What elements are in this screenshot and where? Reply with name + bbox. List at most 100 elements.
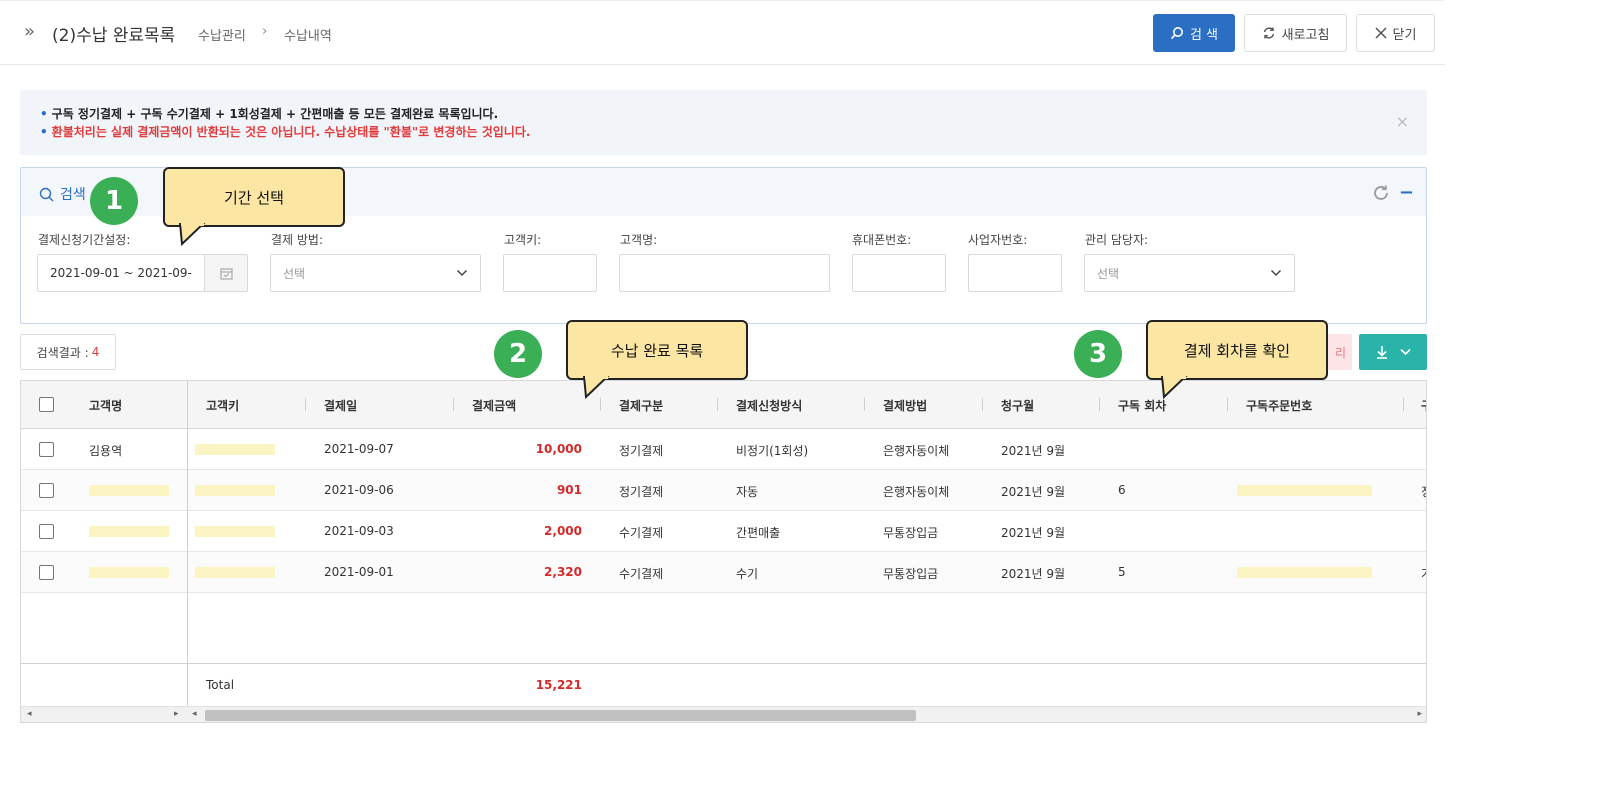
notice-box: • 구독 정기결제 + 구독 수기결제 + 1회성결제 + 간편매출 등 모든 결… <box>20 90 1427 155</box>
breadcrumb-item-payment-history[interactable]: 수납내역 <box>284 25 332 44</box>
business-no-label: 사업자번호: <box>968 233 1028 247</box>
method-label: 결제 방법: <box>271 233 324 247</box>
annotation-badge-1: 1 <box>90 177 138 225</box>
masked-order-no <box>1237 485 1372 496</box>
cell-date: 2021-09-01 <box>324 565 394 579</box>
refresh-button[interactable]: 새로고침 <box>1244 14 1347 52</box>
period-date-value: 2021-09-01 ~ 2021-09- <box>50 266 192 280</box>
download-icon <box>1376 346 1387 359</box>
result-count: 검색결과 : 4 <box>20 334 116 370</box>
cell-month: 2021년 9월 <box>1001 444 1066 458</box>
manager-select[interactable]: 선택 <box>1084 254 1295 292</box>
customer-key-input[interactable] <box>503 254 597 292</box>
cell-method: 은행자동이체 <box>883 444 950 458</box>
cell-date: 2021-09-07 <box>324 442 394 456</box>
method-select-value: 선택 <box>283 266 306 281</box>
masked-customer-key <box>195 444 275 455</box>
notice-line-1: • 구독 정기결제 + 구독 수기결제 + 1회성결제 + 간편매출 등 모든 결… <box>40 107 499 121</box>
row-checkbox[interactable] <box>39 483 54 498</box>
phone-input[interactable] <box>852 254 946 292</box>
col-payment-type[interactable]: 결제구분 <box>619 397 663 414</box>
cell-customer-name: 김용역 <box>89 444 123 458</box>
row-checkbox[interactable] <box>39 565 54 580</box>
cell-method: 무통장입금 <box>883 526 939 540</box>
period-date-input[interactable]: 2021-09-01 ~ 2021-09- <box>37 254 248 292</box>
refresh-icon <box>1263 27 1274 39</box>
scroll-right-icon[interactable]: ▸ <box>1417 709 1422 719</box>
scrollbar-thumb[interactable] <box>205 710 916 721</box>
masked-customer-key <box>195 485 275 496</box>
footer-total-label: Total <box>206 678 235 692</box>
close-button-label: 닫기 <box>1392 27 1417 43</box>
cell-request: 비정기(1회성) <box>736 444 809 458</box>
col-customer-name[interactable]: 고객명 <box>89 397 122 414</box>
col-billing-month[interactable]: 청구월 <box>1001 397 1034 414</box>
col-truncated[interactable]: 구 <box>1421 397 1426 414</box>
cell-request: 자동 <box>736 485 759 499</box>
customer-name-input[interactable] <box>619 254 830 292</box>
masked-customer-key <box>195 526 275 537</box>
cell-month: 2021년 9월 <box>1001 567 1066 581</box>
table-row[interactable]: 2021-09-06 901 정기결제 자동 은행자동이체 2021년 9월 6… <box>21 470 1426 511</box>
table-row[interactable]: 2021-09-03 2,000 수기결제 간편매출 무통장입금 2021년 9… <box>21 511 1426 552</box>
payment-grid: 고객명 고객키 결제일 결제금액 결제구분 결제신청방식 결제방법 청구월 구독… <box>20 380 1427 723</box>
notice-close-icon[interactable]: × <box>1396 112 1409 131</box>
cell-request: 수기 <box>736 567 759 581</box>
annotation-badge-2: 2 <box>494 330 542 378</box>
cell-request: 간편매출 <box>736 526 781 540</box>
cell-amount: 2,320 <box>544 565 582 579</box>
search-panel-title: 검색 <box>39 184 86 204</box>
select-all-checkbox[interactable] <box>39 397 54 412</box>
notice-line-2: • 환불처리는 실제 결제금액이 반환되는 것은 아닙니다. 수납상태를 "환불"… <box>40 125 531 139</box>
col-subscription-order-no[interactable]: 구독주문번호 <box>1246 397 1312 414</box>
cell-method: 무통장입금 <box>883 567 939 581</box>
callout-tail <box>1160 376 1188 400</box>
collapse-icon[interactable]: − <box>1399 182 1414 203</box>
calendar-icon[interactable] <box>204 255 247 291</box>
double-chevron-right-icon[interactable]: » <box>24 23 35 41</box>
customer-name-label: 고객명: <box>620 233 658 247</box>
row-checkbox[interactable] <box>39 524 54 539</box>
business-no-input[interactable] <box>968 254 1062 292</box>
scroll-left-icon[interactable]: ◂ <box>192 709 197 719</box>
callout-tail <box>178 223 206 247</box>
cell-date: 2021-09-03 <box>324 524 394 538</box>
breadcrumb-item-payment-mgmt[interactable]: 수납관리 <box>198 25 246 44</box>
search-button[interactable]: 검 색 <box>1153 14 1235 52</box>
horizontal-scrollbar[interactable]: ◂ ▸ ◂ ▸ <box>21 706 1426 722</box>
download-button[interactable] <box>1359 334 1427 370</box>
method-select[interactable]: 선택 <box>270 254 481 292</box>
col-request-method[interactable]: 결제신청방식 <box>736 397 802 414</box>
cell-amount: 10,000 <box>535 442 582 456</box>
table-row[interactable]: 김용역 2021-09-07 10,000 정기결제 비정기(1회성) 은행자동… <box>21 429 1426 470</box>
masked-customer-name <box>89 526 169 537</box>
col-payment-date[interactable]: 결제일 <box>324 397 357 414</box>
page-title: (2)수납 완료목록 <box>52 26 176 46</box>
table-row[interactable]: 2021-09-01 2,320 수기결제 수기 무통장입금 2021년 9월 … <box>21 552 1426 593</box>
cell-type: 수기결제 <box>619 526 664 540</box>
row-checkbox[interactable] <box>39 442 54 457</box>
scroll-right-icon[interactable]: ▸ <box>174 709 179 719</box>
close-icon <box>1375 27 1387 39</box>
col-customer-key[interactable]: 고객키 <box>206 397 239 414</box>
masked-customer-name <box>89 567 169 578</box>
masked-customer-key <box>195 567 275 578</box>
search-button-label: 검 색 <box>1189 27 1219 43</box>
manager-label: 관리 담당자: <box>1085 233 1149 247</box>
masked-order-no <box>1237 567 1372 578</box>
scroll-left-icon[interactable]: ◂ <box>27 709 32 719</box>
annotation-callout-round: 결제 회차를 확인 <box>1146 320 1328 380</box>
cell-round: 6 <box>1118 483 1126 497</box>
cell-type: 정기결제 <box>619 444 664 458</box>
grid-footer: Total 15,221 <box>21 663 1426 706</box>
annotation-callout-list: 수납 완료 목록 <box>566 320 748 380</box>
grid-header: 고객명 고객키 결제일 결제금액 결제구분 결제신청방식 결제방법 청구월 구독… <box>21 381 1426 429</box>
col-payment-amount[interactable]: 결제금액 <box>472 397 516 414</box>
cell-month: 2021년 9월 <box>1001 485 1066 499</box>
cell-round: 5 <box>1118 565 1126 579</box>
col-payment-method[interactable]: 결제방법 <box>883 397 927 414</box>
panel-refresh-icon[interactable] <box>1372 184 1390 202</box>
close-button[interactable]: 닫기 <box>1356 14 1435 52</box>
chevron-down-icon <box>1399 348 1411 356</box>
page-header: » (2)수납 완료목록 수납관리 › 수납내역 검 색 새로고침 닫기 <box>0 0 1445 65</box>
